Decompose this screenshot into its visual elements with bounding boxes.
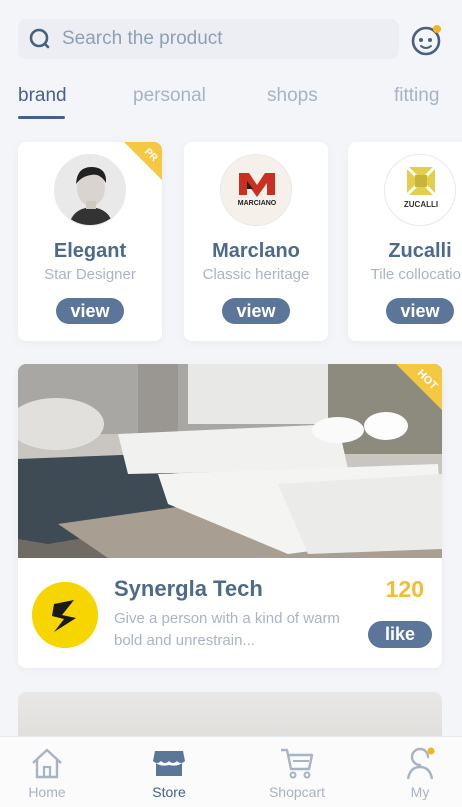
brand-card-zucalli[interactable]: ZUCALLI Zucalli Tile collocation view xyxy=(348,142,462,341)
marciano-logo-text: MARCIANO xyxy=(238,200,277,207)
nav-store-label: Store xyxy=(152,784,186,800)
company-description: Give a person with a kind of warm bold a… xyxy=(114,610,340,649)
nav-my[interactable]: My xyxy=(380,737,460,807)
nav-shopcart-label: Shopcart xyxy=(268,784,326,800)
sofa-interior-photo xyxy=(18,364,442,558)
nav-shopcart[interactable]: Shopcart xyxy=(257,737,337,807)
tab-fitting[interactable]: fitting xyxy=(394,85,439,107)
message-face-icon[interactable] xyxy=(410,23,444,57)
like-count: 120 xyxy=(385,576,424,602)
nav-my-label: My xyxy=(410,784,430,800)
company-name: Synergla Tech xyxy=(114,576,263,601)
brand-name: Elegant xyxy=(53,240,127,262)
zucalli-logo-text: ZUCALLI xyxy=(404,200,438,209)
brand-carousel[interactable]: PR Elegant Star Designer view MARCIANO M… xyxy=(0,120,462,360)
nav-home-label: Home xyxy=(28,784,66,800)
like-button[interactable]: like xyxy=(368,621,432,648)
hot-badge: HOT xyxy=(396,364,442,410)
brand-name: Zucalli xyxy=(388,240,452,262)
pr-badge: PR xyxy=(124,142,162,180)
brand-subtitle: Tile collocation xyxy=(370,266,462,283)
tab-personal[interactable]: personal xyxy=(133,85,206,107)
brand-card-marclano[interactable]: MARCIANO Marclano Classic heritage view xyxy=(184,142,328,341)
view-button[interactable]: view xyxy=(386,298,454,324)
nav-store[interactable]: Store xyxy=(129,737,209,807)
zucalli-logo: ZUCALLI xyxy=(384,154,456,226)
brand-subtitle: Classic heritage xyxy=(202,266,310,283)
marciano-logo: MARCIANO xyxy=(220,154,292,226)
featured-product-card[interactable]: HOT Synergla Tech Give a person with a k… xyxy=(18,364,442,668)
brand-name: Marclano xyxy=(212,240,300,262)
view-button[interactable]: view xyxy=(56,298,124,324)
search-icon xyxy=(29,28,50,49)
nav-home[interactable]: Home xyxy=(7,737,87,807)
bottom-navigation: Home Store Shopcart My xyxy=(0,736,462,807)
brand-card-elegant[interactable]: PR Elegant Star Designer view xyxy=(18,142,162,341)
search-input[interactable] xyxy=(62,28,362,50)
brand-subtitle: Star Designer xyxy=(44,266,136,283)
home-icon xyxy=(32,748,62,779)
profile-icon xyxy=(406,747,435,780)
search-bar[interactable] xyxy=(18,19,399,59)
cart-icon xyxy=(281,748,314,779)
store-icon xyxy=(153,751,185,776)
designer-avatar xyxy=(54,154,126,226)
lightning-s-logo xyxy=(32,582,98,648)
active-tab-indicator xyxy=(18,116,65,119)
category-tabs: brand personal shops fitting xyxy=(0,80,462,120)
view-button[interactable]: view xyxy=(222,298,290,324)
tab-brand[interactable]: brand xyxy=(18,85,67,107)
tab-shops[interactable]: shops xyxy=(267,85,318,107)
